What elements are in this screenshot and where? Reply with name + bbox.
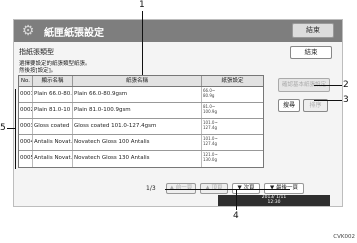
instruction-text: 選擇要設定的紙張類型紙張。 然後按[設定]。 — [19, 61, 91, 75]
table-row[interactable]: 0002 Plain 81.0-10 Plain 81.0-100.9gsm 8… — [19, 103, 263, 119]
table-header: No. 顯示名稱 紙張名稱 紙張設定 — [19, 76, 263, 87]
row-no: 0004 — [19, 135, 33, 150]
callout-4-bracket — [165, 189, 290, 190]
row-paper-setting: 81.0~ 100.9g — [202, 103, 263, 118]
row-display-name: Gloss coated — [33, 119, 73, 134]
row-no: 0005 — [19, 151, 33, 167]
row-paper-setting: 101.0~ 127.4g — [202, 119, 263, 134]
search-button[interactable]: 搜尋 — [278, 99, 300, 112]
callout-2: 2 — [343, 80, 349, 90]
col-no: No. — [19, 76, 33, 86]
col-display-name: 顯示名稱 — [33, 76, 73, 86]
setting-unit: 130.0g — [203, 156, 217, 162]
row-paper-setting: 66.0~ 80.9g — [202, 87, 263, 102]
col-paper-setting: 紙張設定 — [221, 78, 244, 84]
row-paper-name: Plain 66.0-80.9gsm — [73, 87, 202, 102]
setting-unit: 100.9g — [203, 108, 217, 114]
callout-4: 4 — [233, 211, 239, 221]
callout-1-line — [142, 11, 143, 75]
row-paper-setting: 101.0~ 127.4g — [202, 135, 263, 150]
callout-5: 5 — [0, 123, 6, 133]
table-row[interactable]: 0005 Antalis Novat. Novatech Gloss 130 A… — [19, 151, 263, 167]
col-paper-name: 紙張名稱 — [73, 76, 202, 86]
row-display-name: Antalis Novat. — [33, 135, 73, 150]
callout-4-line — [236, 189, 237, 210]
page-indicator: 1/3 — [146, 185, 156, 192]
callout-5-line — [7, 128, 15, 129]
figure-code: CVK002 — [333, 234, 355, 240]
exit-button[interactable]: 結束 — [292, 23, 334, 38]
row-no: 0002 — [19, 103, 33, 118]
paper-table: No. 顯示名稱 紙張名稱 紙張設定 0001 Plain 66.0-80. P… — [18, 75, 264, 168]
done-button[interactable]: 結束 — [290, 46, 332, 59]
row-display-name: Plain 81.0-10 — [33, 103, 73, 118]
callout-3: 3 — [343, 95, 349, 105]
callout-5-bracket — [15, 89, 16, 169]
pagination-bar: 1/3 ▲ 前一頁 ▲ 頂頁 ▼ 次頁 ▼ 最後一頁 2013/ 1/11 12… — [14, 180, 342, 206]
gear-icon: ⚙ — [21, 23, 35, 39]
table-row[interactable]: 0003 Gloss coated Gloss coated 101.0-127… — [19, 119, 263, 135]
row-paper-setting: 121.0~ 130.0g — [202, 151, 263, 167]
table-row[interactable]: 0004 Antalis Novat. Novatech Gloss 100 A… — [19, 135, 263, 151]
section-title: 指紙張類型 — [19, 48, 54, 56]
setting-unit: 127.4g — [203, 124, 217, 130]
row-display-name: Plain 66.0-80. — [33, 87, 73, 102]
title-bar: ⚙ 紙匣紙張設定 結束 — [14, 20, 342, 42]
row-display-name: Antalis Novat. — [33, 151, 73, 167]
instruction-line-1: 選擇要設定的紙張類型紙張。 — [19, 61, 91, 67]
window-title: 紙匣紙張設定 — [44, 28, 104, 39]
row-no: 0001 — [19, 87, 33, 102]
instruction-line-2: 然後按[設定]。 — [19, 68, 57, 74]
status-time: 12:30 — [267, 200, 281, 205]
callout-1: 1 — [139, 0, 145, 10]
table-row[interactable]: 0001 Plain 66.0-80. Plain 66.0-80.9gsm 6… — [19, 87, 263, 103]
setting-unit: 80.9g — [203, 92, 215, 98]
paper-settings-screen: ⚙ 紙匣紙張設定 結束 指紙張類型 結束 選擇要設定的紙張類型紙張。 然後按[設… — [13, 19, 343, 207]
row-no: 0003 — [19, 119, 33, 134]
callout-2-line — [314, 85, 342, 86]
row-paper-name: Gloss coated 101.0-127.4gsm — [73, 119, 202, 134]
setting-unit: 127.4g — [203, 140, 217, 146]
row-paper-name: Plain 81.0-100.9gsm — [73, 103, 202, 118]
row-paper-name: Novatech Gloss 100 Antalis — [73, 135, 202, 150]
status-clock: 2013/ 1/11 12:30 — [218, 195, 330, 206]
callout-3-line — [314, 100, 342, 101]
row-paper-name: Novatech Gloss 130 Antalis — [73, 151, 202, 167]
